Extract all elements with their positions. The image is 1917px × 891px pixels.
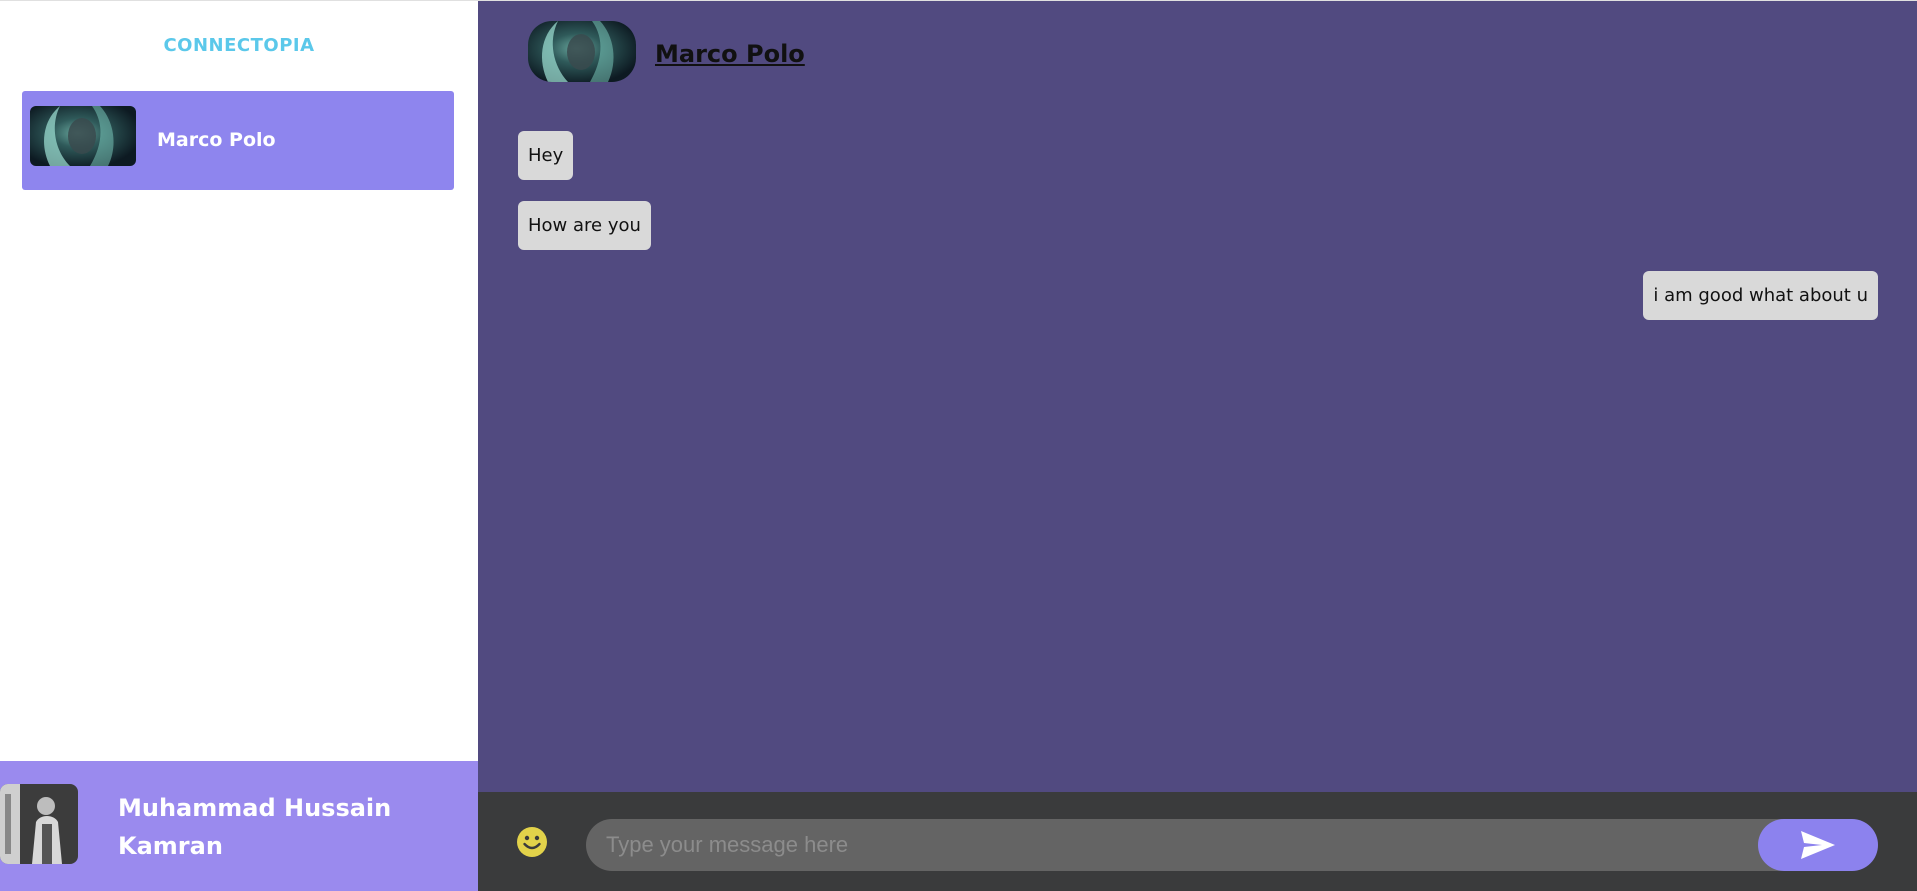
current-user-panel: Muhammad Hussain Kamran (0, 761, 478, 891)
smiley-icon[interactable] (516, 826, 548, 858)
message-input[interactable] (586, 819, 1806, 871)
contact-name: Marco Polo (157, 129, 276, 151)
app-brand: CONNECTOPIA (163, 35, 315, 56)
message-bubble-received: How are you (518, 201, 651, 250)
message-bubble-sent: i am good what about u (1643, 271, 1878, 320)
sidebar: CONNECTOPIA Marco Polo Muhammad Hussain … (0, 0, 478, 891)
chat-app: CONNECTOPIA Marco Polo Muhammad Hussain … (0, 0, 1917, 891)
contact-avatar (30, 106, 136, 166)
contact-item-marco-polo[interactable]: Marco Polo (22, 91, 454, 190)
user-avatar (0, 784, 78, 864)
message-composer (478, 792, 1917, 891)
message-bubble-received: Hey (518, 131, 574, 180)
send-button[interactable] (1758, 819, 1878, 871)
send-icon (1758, 830, 1878, 860)
current-user-name: Muhammad Hussain Kamran (118, 794, 392, 860)
chat-panel: Marco Polo Hey How are you i am good wha… (478, 0, 1917, 792)
chat-header-avatar[interactable] (528, 21, 636, 82)
chat-header-name[interactable]: Marco Polo (655, 40, 805, 68)
